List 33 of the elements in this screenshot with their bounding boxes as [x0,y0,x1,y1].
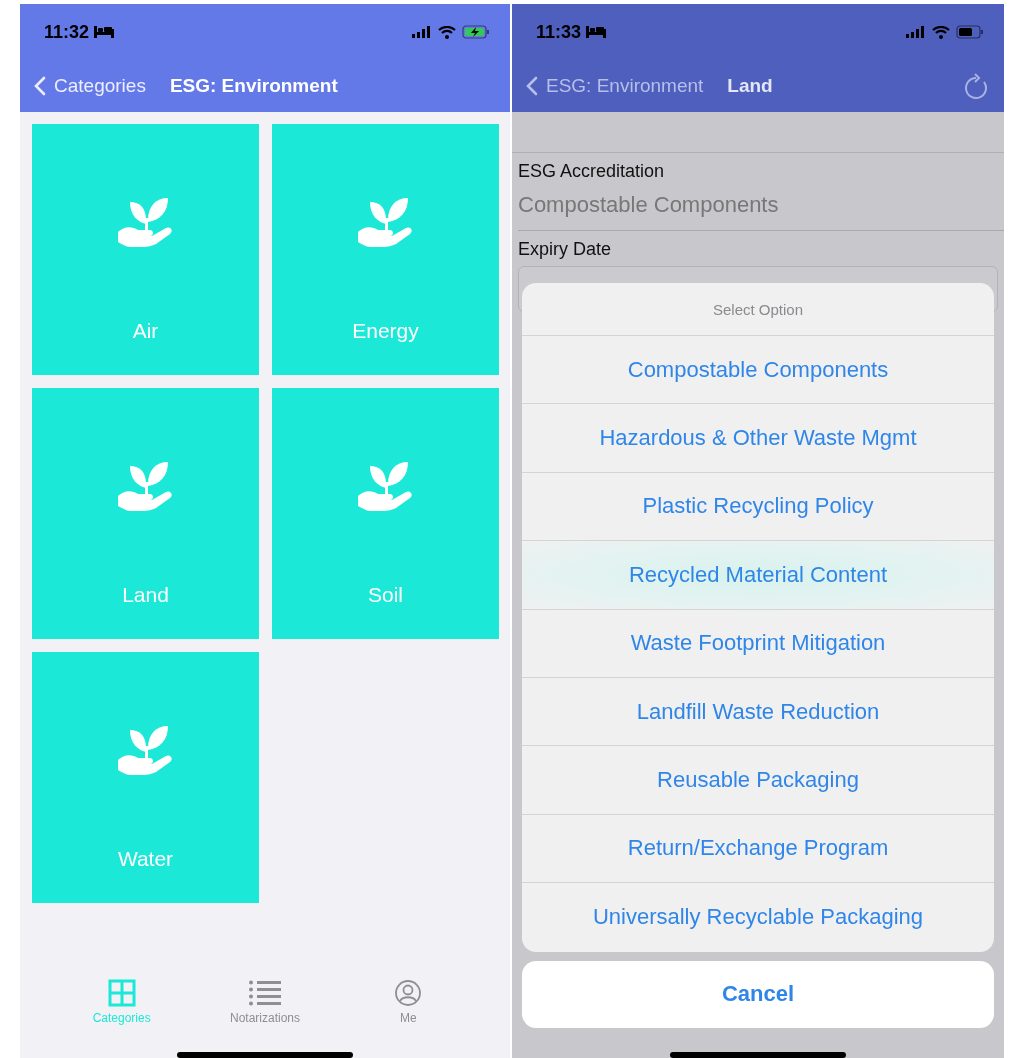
wifi-icon [438,25,456,39]
sheet-option[interactable]: Waste Footprint Mitigation [522,609,994,678]
sheet-option[interactable]: Reusable Packaging [522,746,994,815]
list-icon [249,979,281,1007]
sheet-option[interactable]: Hazardous & Other Waste Mgmt [522,404,994,473]
sheet-option[interactable]: Universally Recyclable Packaging [522,883,994,952]
sheet-option[interactable]: Compostable Components [522,336,994,405]
field-label: ESG Accreditation [518,161,666,182]
chevron-left-icon [34,76,46,96]
bed-icon [586,26,607,38]
signal-icon [906,26,926,38]
nav-title: Land [727,75,773,97]
status-time: 11:33 [536,21,582,43]
refresh-icon[interactable] [964,72,990,100]
tab-item[interactable]: Me [353,978,464,1044]
bed-icon [94,26,115,38]
sheet-option[interactable]: Recycled Material Content [522,541,994,610]
field-value[interactable]: Compostable Components [518,182,1004,231]
back-button[interactable]: Categories [34,75,146,97]
signal-icon [412,26,432,38]
cancel-button[interactable]: Cancel [522,960,994,1028]
wifi-icon [932,25,950,39]
sheet-title: Select Option [522,283,994,336]
back-button[interactable]: ESG: Environment [526,75,704,97]
tab-item[interactable]: Notarizations [210,978,320,1044]
status-time: 11:32 [44,21,90,43]
field-label: Expiry Date [518,239,613,260]
nav-title: ESG: Environment [169,75,338,97]
profile-icon [394,979,423,1007]
grid-icon [107,979,136,1007]
sheet-option[interactable]: Return/Exchange Program [522,814,994,884]
chevron-left-icon [526,76,538,96]
sheet-option[interactable]: Landfill Waste Reduction [522,677,994,747]
